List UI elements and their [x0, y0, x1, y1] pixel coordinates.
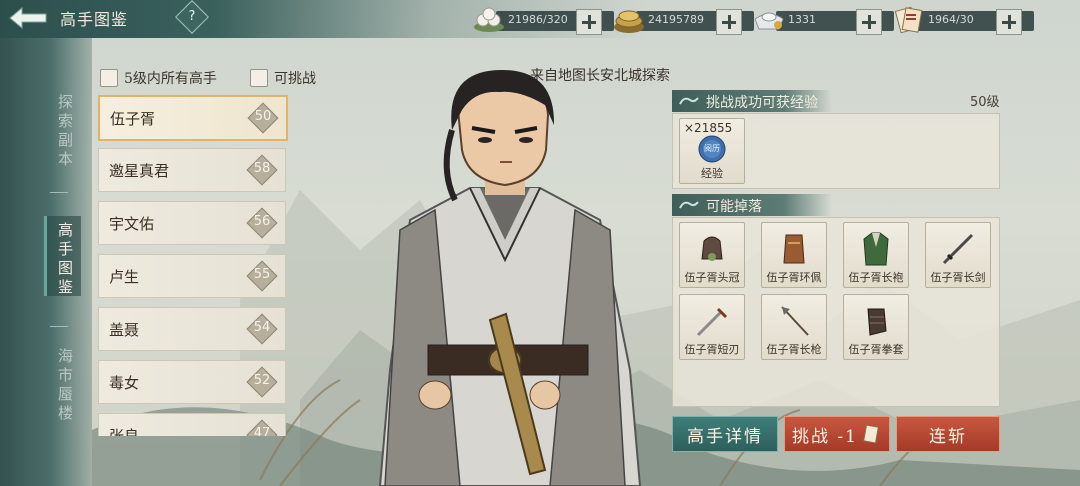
- exp-panel-title: 挑战成功可获经验: [706, 95, 818, 111]
- master-list-item[interactable]: 邀星真君 58: [98, 148, 286, 192]
- bun-icon: [474, 7, 504, 32]
- level-number: 56: [253, 214, 271, 229]
- level-badge: 54: [246, 313, 278, 345]
- master-list-item[interactable]: 毒女 52: [98, 360, 286, 404]
- level-badge: 47: [246, 419, 278, 436]
- drop-item-name: 伍子胥环佩: [766, 271, 822, 284]
- drop-item-name: 伍子胥短刃: [684, 343, 740, 356]
- drops-panel-title: 可能掉落: [706, 199, 762, 215]
- cloud-swirl-icon: [679, 97, 699, 105]
- gauntlet-icon: [867, 308, 887, 336]
- coin-pile-icon: [614, 10, 644, 33]
- resource-value: 1964/30: [928, 13, 974, 26]
- exp-panel: ×21855 阅历 经验: [672, 113, 1000, 189]
- drop-item-name: 伍子胥头冠: [684, 271, 740, 284]
- drop-item-slot[interactable]: 伍子胥环佩: [761, 222, 827, 288]
- filter-within5[interactable]: 5级内所有高手: [100, 68, 217, 88]
- resource-value: 1331: [788, 13, 816, 26]
- challenge-button[interactable]: 挑战 -1: [784, 416, 890, 452]
- level-number: 54: [253, 320, 271, 335]
- master-list-item[interactable]: 卢生 55: [98, 254, 286, 298]
- drop-item-name: 伍子胥拳套: [848, 343, 904, 356]
- drops-panel-header: 可能掉落: [672, 194, 832, 216]
- nav-dungeon[interactable]: 探索副本: [46, 94, 76, 170]
- side-nav: 探索副本 高手图鉴 海市蜃楼: [0, 38, 92, 486]
- master-name: 盖聂: [109, 321, 140, 339]
- back-button[interactable]: [6, 4, 50, 32]
- filter-label: 5级内所有高手: [124, 71, 217, 87]
- level-badge: 56: [246, 207, 278, 239]
- master-name: 伍子胥: [110, 110, 156, 128]
- exp-panel-header: 挑战成功可获经验: [672, 90, 832, 112]
- page-title: 高手图鉴: [60, 10, 129, 29]
- master-details-button[interactable]: 高手详情: [672, 416, 778, 452]
- add-coins-button[interactable]: [716, 9, 742, 35]
- master-list-item[interactable]: 张良 47: [98, 413, 286, 436]
- add-bun-button[interactable]: [576, 9, 602, 35]
- add-silver-button[interactable]: [856, 9, 882, 35]
- master-name: 宇文佑: [109, 215, 155, 233]
- master-list-item[interactable]: 伍子胥 50: [98, 95, 288, 141]
- spear-icon: [781, 306, 809, 336]
- help-button[interactable]: ?: [175, 0, 209, 34]
- master-name: 张良: [109, 427, 140, 436]
- nav-market[interactable]: 海市蜃楼: [46, 348, 76, 424]
- level-number: 52: [253, 373, 271, 388]
- nav-masters[interactable]: 高手图鉴: [46, 222, 76, 298]
- cloud-swirl-icon: [679, 201, 699, 209]
- checkbox[interactable]: [100, 69, 118, 87]
- resource-value: 24195789: [648, 13, 704, 26]
- challenge-label: 挑战 -1: [792, 426, 858, 447]
- drop-item-slot[interactable]: 伍子胥短刃: [679, 294, 745, 360]
- top-bar: 高手图鉴 ? 21986/320 24195789 1331 1964/30: [0, 0, 1080, 38]
- level-badge: 58: [246, 154, 278, 186]
- level-number: 50: [254, 109, 272, 124]
- master-portrait: [378, 70, 642, 486]
- sweep-button[interactable]: 连斩: [896, 416, 1000, 452]
- master-name: 邀星真君: [109, 162, 170, 180]
- exp-level: 50级: [970, 95, 1000, 110]
- pendant-icon: [783, 234, 805, 264]
- level-number: 58: [253, 161, 271, 176]
- resource-value: 21986/320: [508, 13, 568, 26]
- drop-item-slot[interactable]: 伍子胥长剑: [925, 222, 991, 288]
- silver-ingot-icon: [754, 12, 784, 30]
- drop-item-slot[interactable]: 伍子胥长袍: [843, 222, 909, 288]
- exp-badge-text: 阅历: [704, 144, 720, 153]
- crown-icon: [701, 236, 723, 261]
- long-sword-icon: [942, 233, 974, 265]
- master-list-item[interactable]: 盖聂 54: [98, 307, 286, 351]
- drop-item-slot[interactable]: 伍子胥拳套: [843, 294, 909, 360]
- back-arrow-icon: [9, 6, 47, 30]
- master-name: 卢生: [109, 268, 140, 286]
- drop-item-name: 伍子胥长袍: [848, 271, 904, 284]
- level-badge: 55: [246, 260, 278, 292]
- master-list-item[interactable]: 宇文佑 56: [98, 201, 286, 245]
- filter-challengeable[interactable]: 可挑战: [250, 68, 316, 88]
- dagger-icon: [696, 307, 728, 337]
- ticket-icon: [863, 424, 879, 444]
- level-badge: 50: [247, 102, 279, 134]
- level-number: 47: [253, 426, 271, 436]
- add-ticket-button[interactable]: [996, 9, 1022, 35]
- scroll-ticket-icon: [894, 6, 923, 34]
- checkbox[interactable]: [250, 69, 268, 87]
- drop-item-name: 伍子胥长剑: [930, 271, 986, 284]
- question-icon: ?: [188, 9, 196, 24]
- drop-item-slot[interactable]: 伍子胥长枪: [761, 294, 827, 360]
- exp-label: 经验: [701, 167, 723, 180]
- drop-item-slot[interactable]: 伍子胥头冠: [679, 222, 745, 288]
- master-name: 毒女: [109, 374, 140, 392]
- drop-item-name: 伍子胥长枪: [766, 343, 822, 356]
- level-number: 55: [253, 267, 271, 282]
- nav-divider: [50, 326, 68, 327]
- master-list[interactable]: 伍子胥 50 邀星真君 58 宇文佑 56 卢生 55 盖聂 54 毒女 52 …: [96, 95, 288, 436]
- robe-icon: [863, 232, 889, 266]
- exp-reward-slot[interactable]: ×21855 阅历 经验: [679, 118, 745, 184]
- drops-panel: 伍子胥头冠 伍子胥环佩 伍子胥长袍 伍子胥长剑 伍子胥短刃 伍子胥长枪 伍子胥拳…: [672, 217, 1000, 407]
- filter-label: 可挑战: [274, 71, 316, 87]
- nav-divider: [50, 192, 68, 193]
- game-screen: 高手图鉴 ? 21986/320 24195789 1331 1964/30 探…: [0, 0, 1080, 486]
- level-badge: 52: [246, 366, 278, 398]
